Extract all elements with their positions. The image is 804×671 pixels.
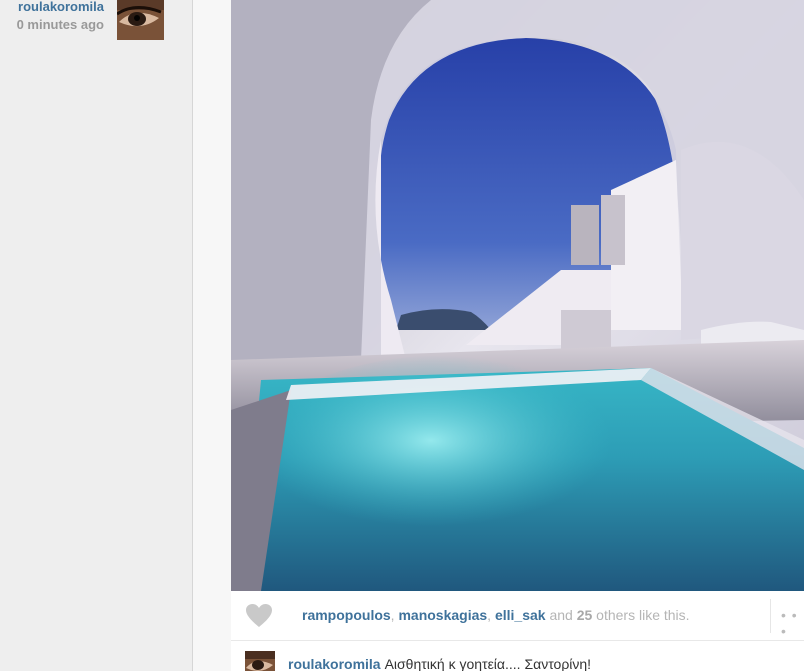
others-text: others like this. — [592, 607, 690, 623]
comment-text: roulakoromila Αισθητική κ γοητεία.... Σαν… — [288, 656, 591, 671]
heart-icon-shape — [246, 604, 272, 627]
likes-summary: rampopoulos, manoskagias, elli_sak and 2… — [302, 607, 690, 623]
author-username[interactable]: roulakoromila — [17, 0, 104, 16]
and-text: and — [545, 607, 577, 623]
likes-bar: rampopoulos, manoskagias, elli_sak and 2… — [231, 591, 804, 641]
comment-username[interactable]: roulakoromila — [288, 656, 381, 671]
others-count[interactable]: 25 — [577, 607, 593, 623]
avatar-eye-image — [117, 0, 164, 40]
post-meta: roulakoromila 0 minutes ago — [17, 0, 104, 36]
comment-body: Αισθητική κ γοητεία.... Σαντορίνη! — [384, 656, 592, 671]
liker-link[interactable]: elli_sak — [495, 607, 546, 623]
comment-avatar-image — [245, 651, 275, 671]
comment-avatar[interactable] — [245, 651, 275, 671]
liker-separator: , — [487, 607, 495, 623]
more-divider — [770, 599, 771, 633]
heart-icon[interactable] — [245, 603, 273, 629]
post-photo[interactable] — [231, 0, 804, 591]
liker-link[interactable]: manoskagias — [398, 607, 487, 623]
cave-pool-image — [231, 0, 804, 591]
left-panel: roulakoromila 0 minutes ago — [0, 0, 192, 671]
ellipsis-icon[interactable]: • • • — [781, 607, 804, 639]
liker-link[interactable]: rampopoulos — [302, 607, 391, 623]
author-avatar[interactable] — [117, 0, 164, 40]
post-timestamp[interactable]: 0 minutes ago — [17, 16, 104, 34]
caption-comment: roulakoromila Αισθητική κ γοητεία.... Σαν… — [231, 641, 804, 671]
